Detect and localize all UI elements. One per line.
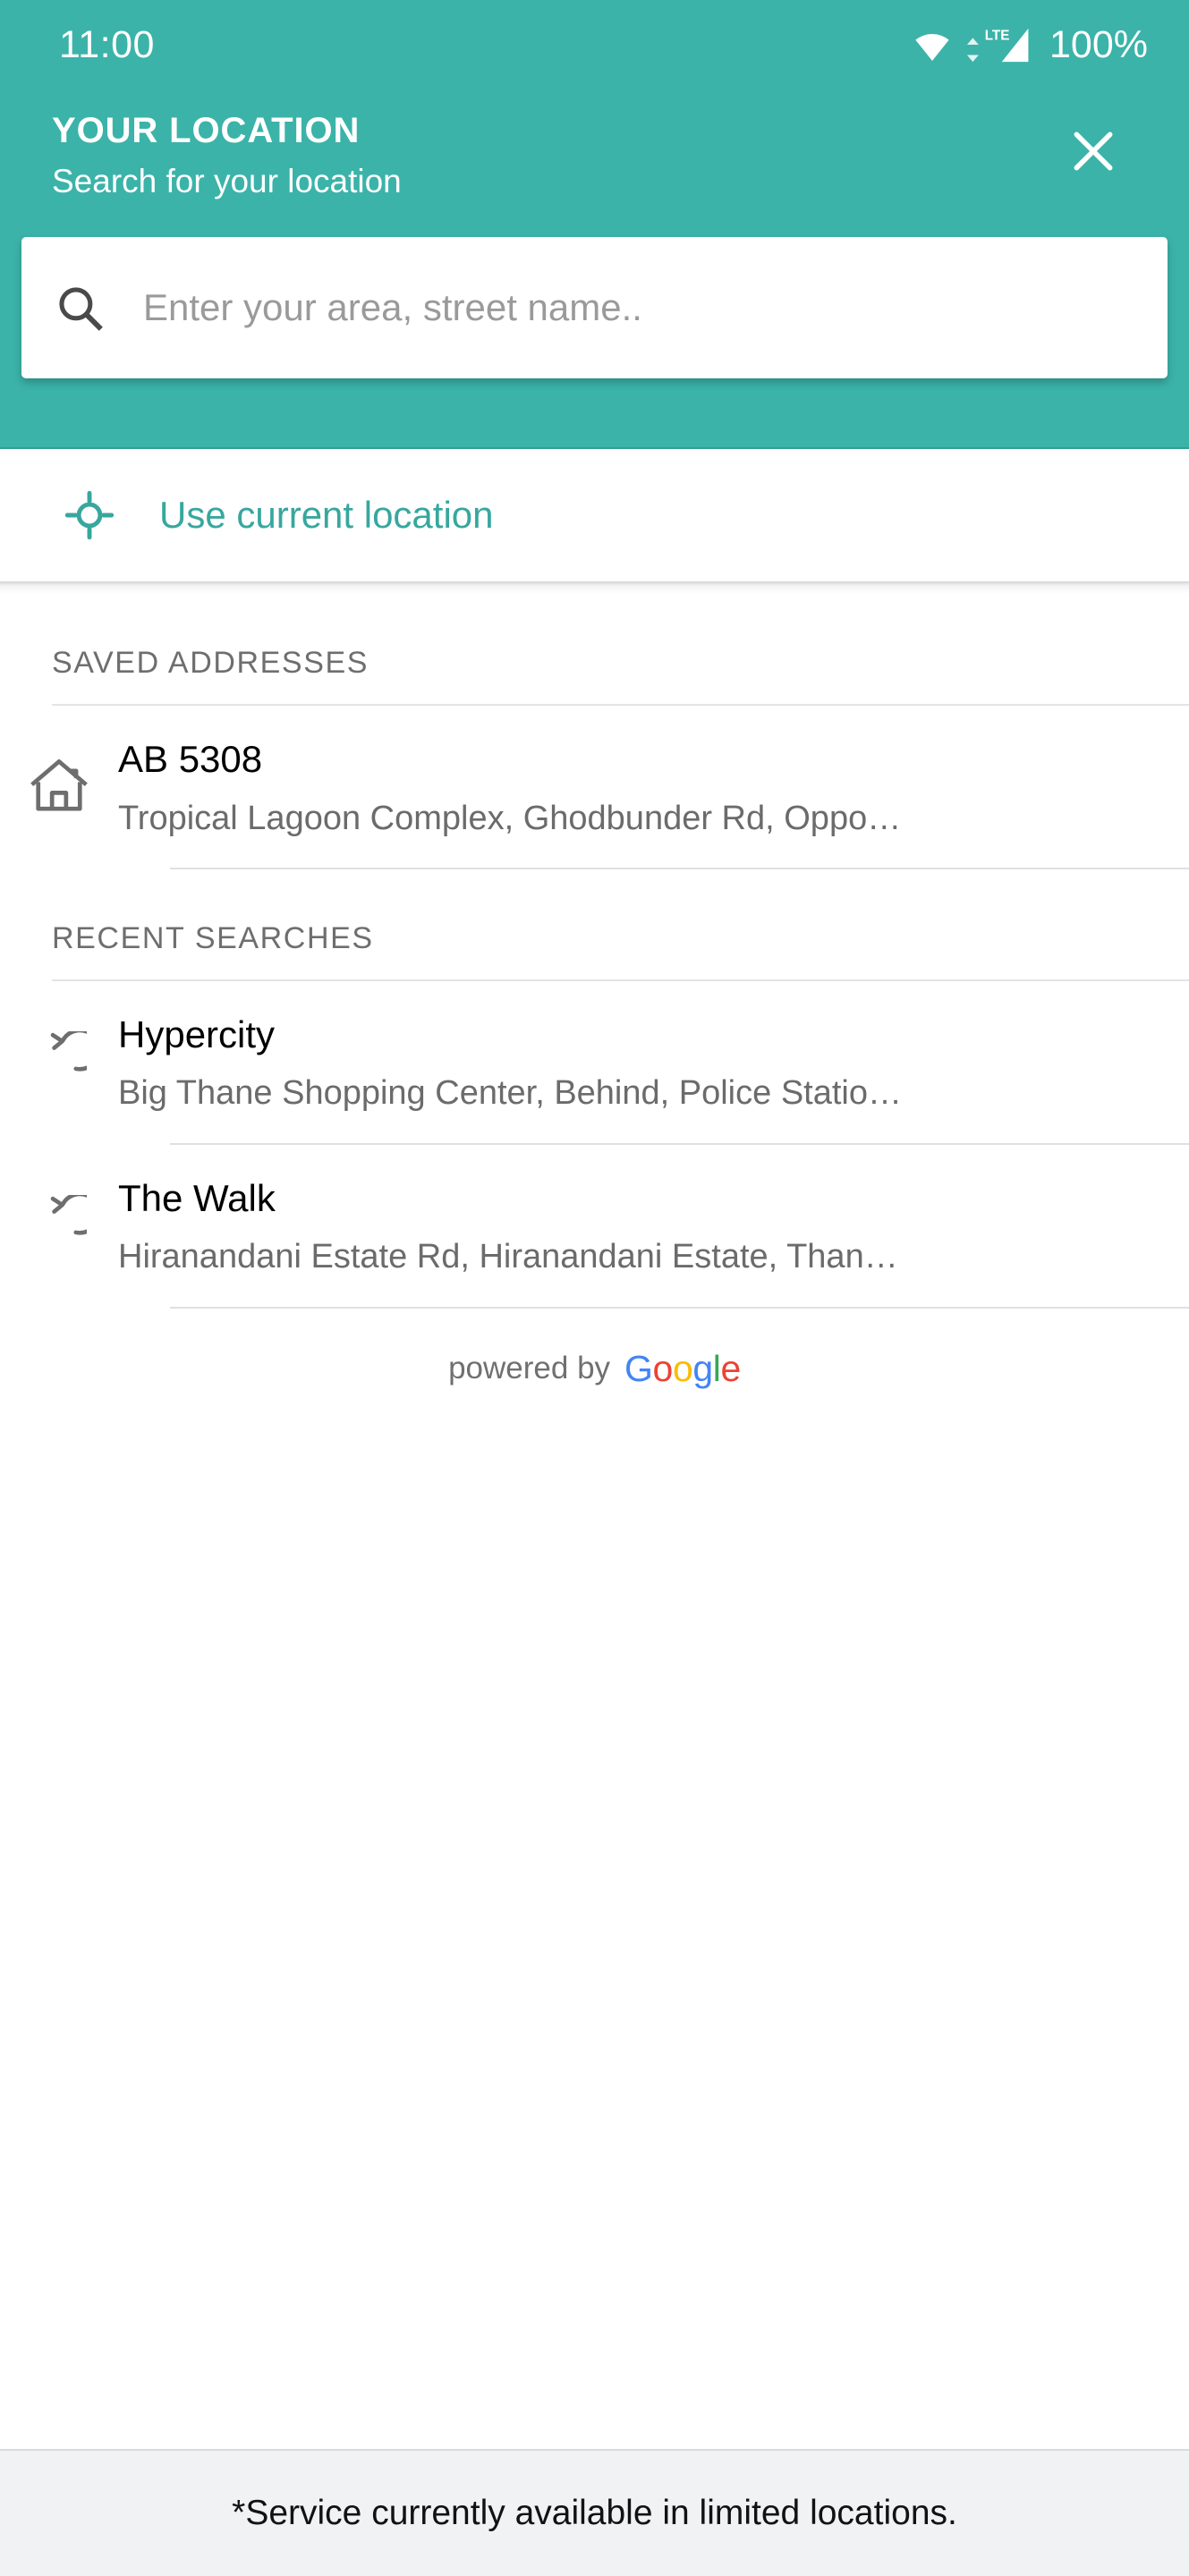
- saved-addresses-heading: SAVED ADDRESSES: [52, 646, 369, 680]
- header-elevation-shadow: [0, 581, 1189, 594]
- google-letter: l: [712, 1347, 721, 1389]
- service-note-label: *Service currently available in limited …: [232, 2494, 957, 2532]
- list-item-text: AB 5308 Tropical Lagoon Complex, Ghodbun…: [118, 736, 1189, 841]
- battery-percent-label: 100%: [1049, 22, 1148, 66]
- header-titles: YOUR LOCATION Search for your location: [52, 109, 402, 201]
- list-item-text: The Walk Hiranandani Estate Rd, Hiranand…: [118, 1175, 1189, 1280]
- list-item-text: Hypercity Big Thane Shopping Center, Beh…: [118, 1012, 1189, 1116]
- search-input-field[interactable]: Enter your area, street name..: [21, 237, 1168, 379]
- search-icon: [59, 287, 103, 332]
- location-search-screen: 11:00 LTE 100% YOUR LOCATION Search for …: [0, 0, 1189, 2576]
- google-attribution: powered by Google: [0, 1309, 1189, 1390]
- list-item-icon-slot: [0, 1012, 118, 1087]
- list-item[interactable]: The Walk Hiranandani Estate Rd, Hiranand…: [0, 1145, 1189, 1307]
- list-item-title: AB 5308: [118, 738, 263, 780]
- suggestions-list: SAVED ADDRESSES AB 5308 Tropical Lagoon …: [0, 594, 1189, 2449]
- google-letter: o: [652, 1347, 674, 1389]
- list-item-subtitle: Hiranandani Estate Rd, Hiranandani Estat…: [118, 1238, 898, 1276]
- svg-text:LTE: LTE: [985, 29, 1010, 44]
- header-banner: 11:00 LTE 100% YOUR LOCATION Search for …: [0, 0, 1189, 447]
- history-refresh-icon: [50, 1030, 87, 1072]
- recent-searches-heading: RECENT SEARCHES: [52, 920, 374, 955]
- cellular-signal-icon: LTE: [966, 29, 1029, 63]
- search-input-placeholder[interactable]: Enter your area, street name..: [143, 286, 642, 329]
- list-item-subtitle: Big Thane Shopping Center, Behind, Polic…: [118, 1074, 902, 1113]
- google-wordmark: Google: [624, 1348, 741, 1390]
- list-item[interactable]: Hypercity Big Thane Shopping Center, Beh…: [0, 981, 1189, 1143]
- home-icon: [30, 759, 88, 811]
- close-icon: [1074, 131, 1113, 171]
- status-bar-clock: 11:00: [59, 22, 155, 66]
- list-item-subtitle: Tropical Lagoon Complex, Ghodbunder Rd, …: [118, 799, 902, 837]
- list-item-icon-slot: [0, 1175, 118, 1250]
- list-item-icon-slot: [0, 736, 118, 813]
- service-note-bar: *Service currently available in limited …: [0, 2449, 1189, 2576]
- google-letter: o: [672, 1347, 693, 1389]
- header-title-row: YOUR LOCATION Search for your location: [0, 89, 1189, 201]
- google-letter: G: [624, 1347, 653, 1389]
- use-current-location-label: Use current location: [159, 494, 494, 536]
- status-bar: 11:00 LTE 100%: [0, 0, 1189, 89]
- google-letter: e: [720, 1347, 741, 1389]
- list-item-title: The Walk: [118, 1176, 276, 1219]
- page-subtitle: Search for your location: [52, 163, 402, 199]
- list-item[interactable]: AB 5308 Tropical Lagoon Complex, Ghodbun…: [0, 706, 1189, 868]
- close-button[interactable]: [1055, 113, 1132, 190]
- page-title: YOUR LOCATION: [52, 111, 361, 150]
- search-bar-container: Enter your area, street name..: [0, 201, 1189, 379]
- google-letter: g: [692, 1347, 713, 1389]
- gps-crosshair-icon: [64, 490, 115, 540]
- wifi-icon: [915, 34, 949, 62]
- powered-by-label: powered by: [448, 1351, 611, 1386]
- list-item-title: Hypercity: [118, 1013, 276, 1055]
- use-current-location-button[interactable]: Use current location: [0, 447, 1189, 581]
- history-refresh-icon: [50, 1194, 87, 1235]
- status-bar-indicators: LTE 100%: [912, 23, 1148, 67]
